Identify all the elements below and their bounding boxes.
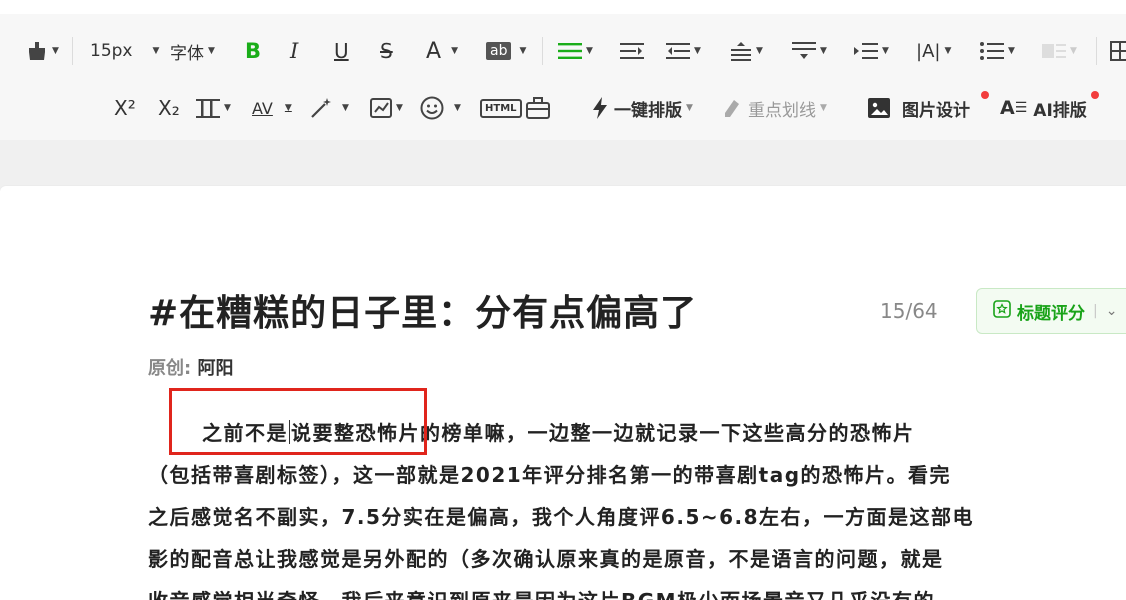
font-color-icon: A bbox=[426, 38, 442, 64]
toolbar-top-strip bbox=[0, 0, 1126, 14]
toolbar-divider bbox=[542, 37, 543, 65]
article-title[interactable]: #在糟糕的日子里：分有点偏高了 bbox=[148, 284, 697, 336]
underline-icon: U bbox=[334, 39, 349, 63]
ai-layout-notification-dot bbox=[1091, 91, 1099, 99]
vertical-align-icon bbox=[196, 97, 220, 119]
letter-spacing-button[interactable]: |A| ▼ bbox=[916, 29, 951, 73]
strikethrough-button[interactable]: S bbox=[380, 29, 393, 73]
outdent-button[interactable]: ▼ bbox=[666, 29, 701, 73]
editor-toolbar: ▼ 15px ▼ 字体 ▼ B I U S A ▼ ab ▼ ▼ ▼ ▼ ▼ ▼… bbox=[0, 0, 1126, 140]
font-size-value: 15px bbox=[90, 41, 133, 61]
subscript-button[interactable]: X₂ bbox=[158, 86, 180, 130]
html-button[interactable]: HTML bbox=[480, 86, 522, 130]
title-score-button[interactable]: 标题评分 | ⌄ bbox=[976, 288, 1126, 334]
magic-wand-icon bbox=[310, 97, 332, 119]
align-left-button[interactable]: ▼ bbox=[558, 29, 593, 73]
ai-layout-icon-lines: ☰ bbox=[1014, 100, 1028, 116]
letter-spacing-av-button[interactable]: AV ▼ bbox=[252, 86, 292, 130]
align-left-icon bbox=[558, 42, 582, 60]
italic-icon: I bbox=[290, 39, 299, 63]
title-char-counter: 15/64 bbox=[880, 299, 938, 323]
briefcase-icon bbox=[526, 97, 550, 119]
image-icon bbox=[868, 98, 890, 118]
float-image-button[interactable]: ▼ bbox=[1042, 29, 1077, 73]
bold-icon: B bbox=[244, 39, 261, 63]
author-name[interactable]: 阿阳 bbox=[197, 358, 233, 379]
one-click-layout-label: 一键排版 bbox=[614, 100, 682, 121]
highlight-underline-button[interactable]: 重点划线 ▼ bbox=[722, 86, 827, 130]
magic-wand-button[interactable]: ▼ bbox=[310, 86, 349, 130]
background-color-icon: ab bbox=[486, 42, 512, 60]
superscript-button[interactable]: X² bbox=[114, 86, 136, 130]
font-size-select[interactable]: 15px ▼ bbox=[90, 29, 159, 73]
line-height-button[interactable]: ▼ bbox=[730, 29, 763, 73]
article-line: 收音感觉相当奇怪，我后来意识到原来是因为这片BGM极少而场景音又几乎没有的 bbox=[148, 580, 1053, 600]
toolbar-divider bbox=[1096, 37, 1097, 65]
score-divider: | bbox=[1093, 303, 1098, 319]
lightning-icon bbox=[592, 97, 608, 119]
line-height-icon bbox=[730, 41, 752, 61]
background-color-button[interactable]: ab ▼ bbox=[486, 29, 526, 73]
html-icon: HTML bbox=[480, 98, 522, 118]
title-score-label: 标题评分 bbox=[1017, 303, 1085, 324]
highlighter-icon bbox=[722, 98, 742, 118]
letter-spacing-icon: |A| bbox=[916, 40, 941, 62]
subscript-icon: X₂ bbox=[158, 96, 180, 120]
vertical-align-button[interactable]: ▼ bbox=[196, 86, 231, 130]
editor-gap bbox=[0, 140, 1126, 186]
toolbar-divider bbox=[72, 37, 73, 65]
article-line: （包括带喜剧标签），这一部就是2021年评分排名第一的带喜剧tag的恐怖片。看完 bbox=[148, 463, 952, 487]
outdent-icon bbox=[666, 42, 690, 60]
article-line: 影的配音总让我感觉是另外配的（多次确认原来真的是原音，不是语言的问题，就是 bbox=[148, 547, 944, 571]
bullet-list-button[interactable]: ▼ bbox=[980, 29, 1015, 73]
ai-layout-icon: A bbox=[1000, 97, 1015, 119]
font-color-button[interactable]: A ▼ bbox=[426, 29, 458, 73]
byline-label: 原创: bbox=[148, 358, 192, 379]
italic-button[interactable]: I bbox=[290, 29, 298, 73]
format-painter-button[interactable]: ▼ bbox=[26, 29, 59, 73]
toolbar-row-2: X² X₂ ▼ AV ▼ ▼ ▼ ▼ HTML 一键排版 ▼ 重点划线 ▼ 图片… bbox=[0, 86, 1126, 130]
toolbar-row-1: ▼ 15px ▼ 字体 ▼ B I U S A ▼ ab ▼ ▼ ▼ ▼ ▼ ▼… bbox=[0, 29, 1126, 73]
underline-button[interactable]: U bbox=[334, 29, 349, 73]
paragraph-spacing-button[interactable]: ▼ bbox=[792, 29, 827, 73]
toolbox-button[interactable] bbox=[526, 86, 550, 130]
annotation-highlight-box bbox=[169, 388, 427, 455]
font-family-select[interactable]: 字体 ▼ bbox=[170, 29, 215, 73]
score-icon bbox=[993, 299, 1011, 323]
indent-button[interactable] bbox=[620, 29, 644, 73]
image-design-notification-dot bbox=[981, 91, 989, 99]
chart-insert-button[interactable]: ▼ bbox=[370, 86, 403, 130]
bullet-list-icon bbox=[980, 42, 1004, 60]
format-painter-icon bbox=[26, 41, 48, 61]
paragraph-spacing-icon bbox=[792, 41, 816, 61]
float-image-icon bbox=[1042, 42, 1066, 60]
emoji-icon bbox=[420, 96, 444, 120]
article-line: 之后感觉名不副实，7.5分实在是偏高，我个人角度评6.5~6.8左右，一方面是这… bbox=[148, 505, 975, 529]
emoji-button[interactable]: ▼ bbox=[420, 86, 461, 130]
strikethrough-icon: S bbox=[380, 39, 393, 63]
superscript-icon: X² bbox=[114, 96, 136, 120]
ai-layout-label: AI排版 bbox=[1033, 100, 1087, 121]
byline: 原创: 阿阳 bbox=[148, 354, 233, 380]
indent-icon bbox=[620, 42, 644, 60]
image-design-label: 图片设计 bbox=[902, 100, 970, 121]
letter-spacing-av-icon: AV bbox=[252, 98, 273, 118]
indent-spacing-icon bbox=[854, 42, 878, 60]
chart-insert-icon bbox=[370, 98, 392, 118]
image-design-button[interactable]: 图片设计 bbox=[868, 86, 970, 130]
font-family-label: 字体 bbox=[170, 43, 204, 64]
bold-button[interactable]: B bbox=[244, 29, 262, 73]
table-button[interactable] bbox=[1110, 29, 1126, 73]
ai-layout-button[interactable]: A ☰ AI排版 bbox=[1000, 86, 1087, 130]
one-click-layout-button[interactable]: 一键排版 ▼ bbox=[592, 86, 693, 130]
indent-spacing-button[interactable]: ▼ bbox=[854, 29, 889, 73]
chevron-down-icon: ⌄ bbox=[1105, 303, 1118, 319]
highlight-underline-label: 重点划线 bbox=[748, 100, 816, 121]
table-icon bbox=[1110, 41, 1126, 61]
